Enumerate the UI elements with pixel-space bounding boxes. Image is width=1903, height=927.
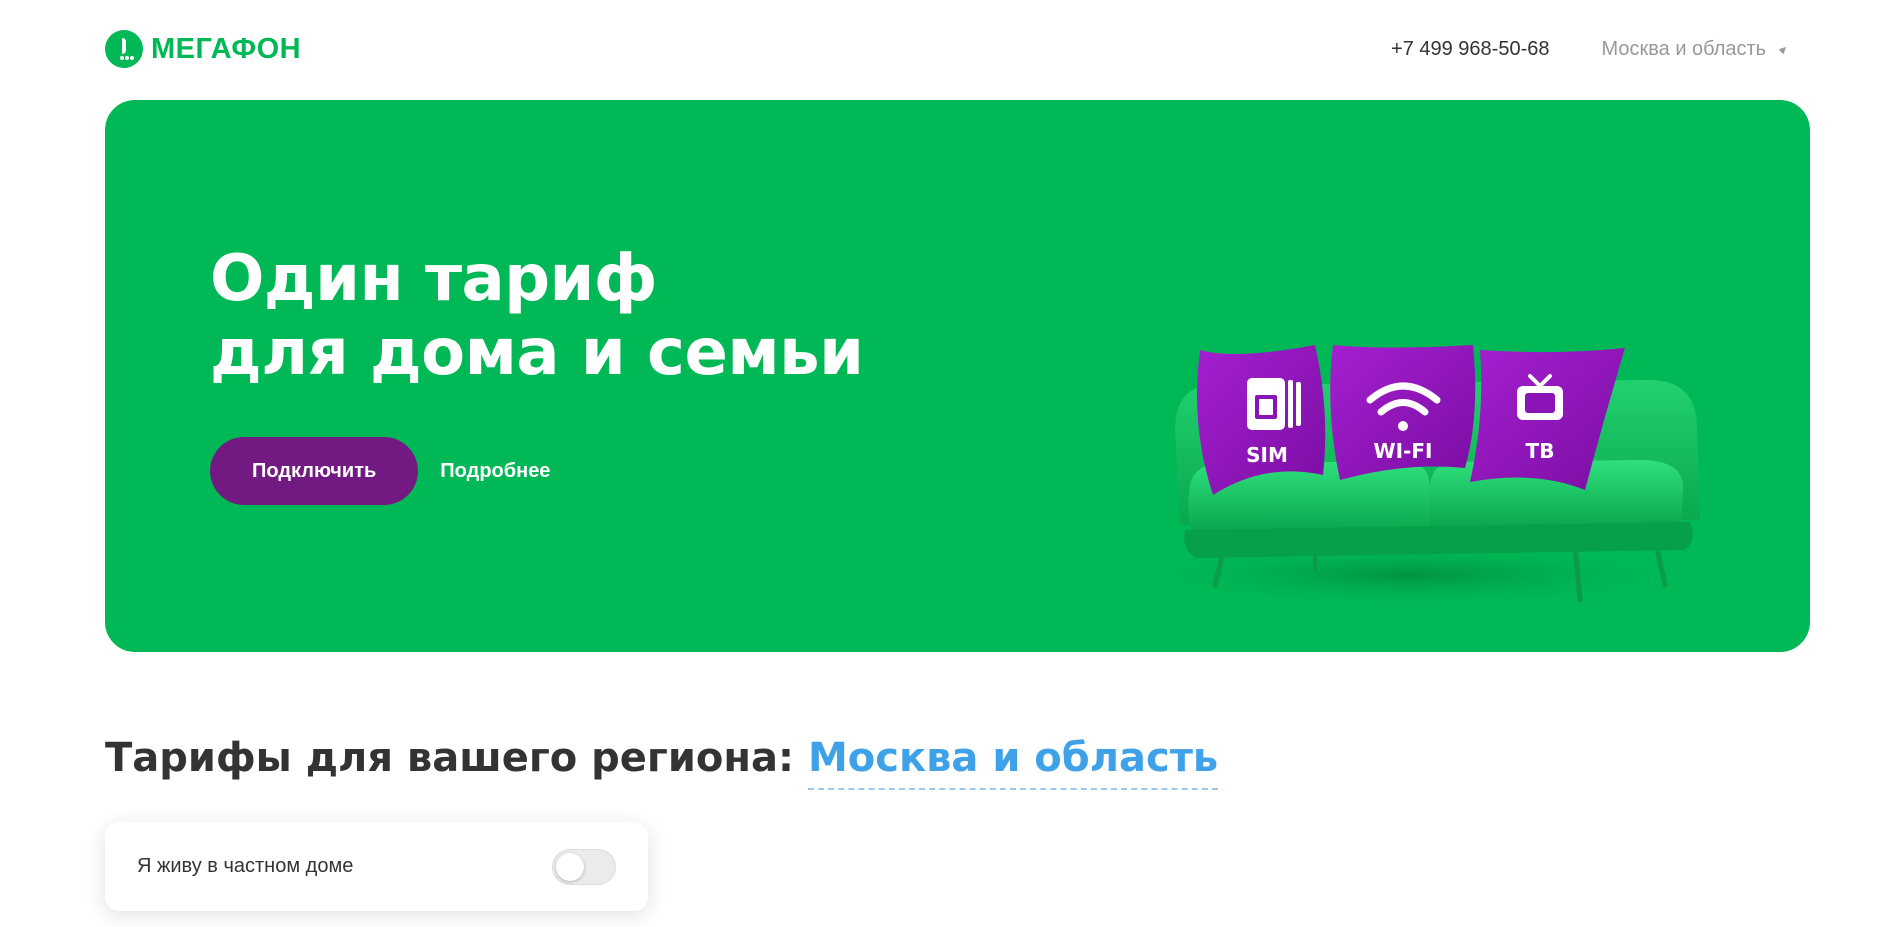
pillow-tv-label: ТВ <box>1526 439 1555 463</box>
more-link[interactable]: Подробнее <box>440 460 550 483</box>
page: МегаФон +7 499 968-50-68 Москва и област… <box>0 0 1903 927</box>
site-header: МегаФон +7 499 968-50-68 Москва и област… <box>105 26 1798 72</box>
tariffs-region-link[interactable]: Москва и область <box>807 730 1219 790</box>
sofa-illustration: SIM WI-FI ТВ <box>1110 345 1710 610</box>
tariffs-title-text: Тарифы для вашего региона: <box>105 735 794 781</box>
phone-link[interactable]: +7 499 968-50-68 <box>1391 38 1549 61</box>
hero-title-line-2: для дома и семьи <box>210 316 864 390</box>
region-selector[interactable]: Москва и область ▲ <box>1601 37 1794 61</box>
sim-card-icon <box>1247 378 1301 430</box>
logo-text: МегаФон <box>151 32 302 65</box>
location-arrow-icon: ▲ <box>1774 39 1794 59</box>
megafon-logo-icon <box>105 30 143 68</box>
private-house-toggle[interactable] <box>552 848 616 885</box>
region-selector-label: Москва и область <box>1601 37 1767 60</box>
private-house-label: Я живу в частном доме <box>137 855 354 877</box>
megafon-logo[interactable]: МегаФон <box>105 30 301 68</box>
hero-actions: Подключить Подробнее <box>210 437 550 505</box>
hero-title-line-1: Один тариф <box>210 242 657 316</box>
pillow-sim-label: SIM <box>1246 443 1288 467</box>
pillow-wifi-label: WI-FI <box>1374 439 1433 463</box>
hero-title: Один тариф для дома и семьи <box>210 242 864 390</box>
toggle-knob <box>556 852 584 881</box>
pillow-wifi: WI-FI <box>1330 345 1476 480</box>
header-contacts: +7 499 968-50-68 Москва и область ▲ <box>1391 37 1794 61</box>
tariffs-section-title: Тарифы для вашего региона: Москва и обла… <box>105 730 1219 790</box>
private-house-card: Я живу в частном доме <box>105 822 648 911</box>
hero-banner: Один тариф для дома и семьи Подключить П… <box>105 100 1810 652</box>
connect-button[interactable]: Подключить <box>210 437 419 505</box>
